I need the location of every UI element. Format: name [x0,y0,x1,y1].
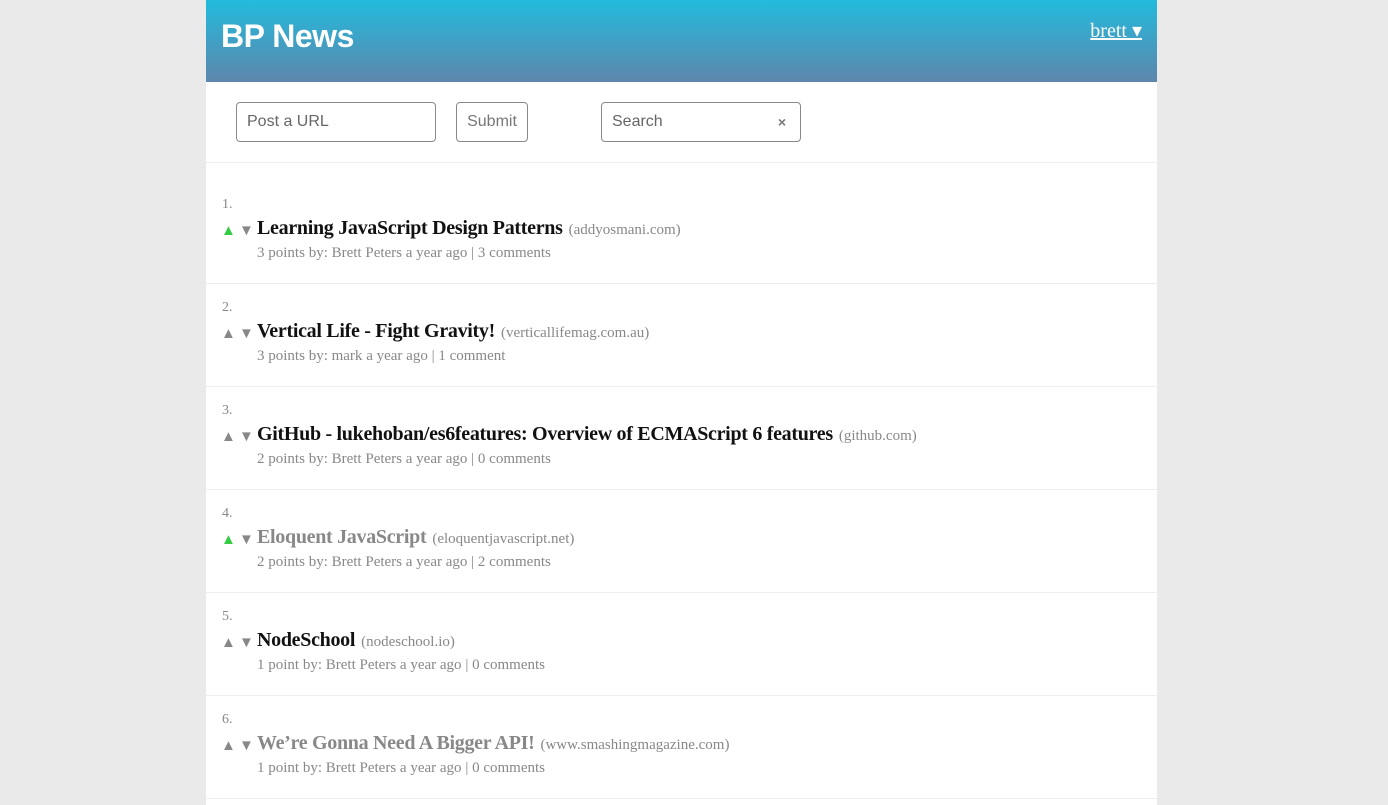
item-meta: 1 point by: Brett Peters a year ago | 0 … [257,657,545,673]
item-rank: 6. [222,712,233,727]
site-header: BP News brett ▾ [206,0,1157,82]
page-container: BP News brett ▾ Submit × 1.▲▼Learning Ja… [206,0,1157,805]
item-author-link[interactable]: by: Brett Peters [303,760,396,776]
item-time: a year ago [405,451,468,467]
item-comments-link[interactable]: 3 comments [478,245,551,261]
item-comments-link[interactable]: 0 comments [472,760,545,776]
item-points: 1 point [257,657,300,673]
upvote-icon[interactable]: ▲ [221,223,236,239]
item-title-line: GitHub - lukehoban/es6features: Overview… [257,423,917,446]
list-item: 2. ▲ ▼ Vertical Life - Fight Gravity! (vert… [206,284,1157,387]
item-title-link[interactable]: We’re Gonna Need A Bigger API! [257,732,535,754]
item-title-link[interactable]: NodeSchool [257,629,355,651]
list-item: 5. ▲ ▼ NodeSchool (nodeschool.io) 1 point by… [206,593,1157,696]
site-logo[interactable]: BP News [221,18,354,55]
item-time: a year ago [366,348,428,364]
search-input[interactable] [602,103,782,141]
list-item: 1. ▲ ▼ Learning JavaScript Design Patterns … [206,181,1157,284]
item-points: 3 points [257,348,305,364]
item-author-link[interactable]: by: Brett Peters [309,451,402,467]
news-list: 1. ▲ ▼ Learning JavaScript Design Patterns … [206,163,1157,799]
downvote-icon[interactable]: ▼ [239,429,254,445]
downvote-icon[interactable]: ▼ [239,532,254,548]
item-rank: 3. [222,403,233,418]
item-author-link[interactable]: by: mark [309,348,363,364]
item-points: 2 points [257,451,305,467]
item-title-link[interactable]: Eloquent JavaScript [257,526,427,548]
upvote-icon[interactable]: ▲ [221,429,236,445]
search-box: × [601,102,801,142]
item-time: a year ago [405,554,468,570]
item-meta: 3 points by: mark a year ago | 1 comment [257,348,506,364]
item-domain: (addyosmani.com) [568,222,681,238]
item-comments-link[interactable]: 2 comments [478,554,551,570]
upvote-icon[interactable]: ▲ [221,326,236,342]
list-item: 4. ▲ ▼ Eloquent JavaScript (eloquentjavascr… [206,490,1157,593]
list-item: 6. ▲ ▼ We’re Gonna Need A Bigger API! (www.… [206,696,1157,799]
item-author-link[interactable]: by: Brett Peters [303,657,396,673]
downvote-icon[interactable]: ▼ [239,635,254,651]
clear-search-icon[interactable]: × [778,103,786,141]
item-title-line: NodeSchool (nodeschool.io) [257,629,455,652]
item-rank: 5. [222,609,233,624]
toolbar: Submit × [206,82,1157,163]
item-author-link[interactable]: by: Brett Peters [309,245,402,261]
post-url-input[interactable] [236,102,436,142]
item-title-line: We’re Gonna Need A Bigger API! (www.smas… [257,732,729,755]
item-meta: 3 points by: Brett Peters a year ago | 3… [257,245,551,261]
downvote-icon[interactable]: ▼ [239,223,254,239]
item-title-link[interactable]: GitHub - lukehoban/es6features: Overview… [257,423,833,445]
user-menu-link[interactable]: brett ▾ [1090,18,1142,43]
item-title-line: Vertical Life - Fight Gravity! (vertical… [257,320,649,343]
item-rank: 1. [222,197,233,212]
item-author-link[interactable]: by: Brett Peters [309,554,402,570]
item-domain: (verticallifemag.com.au) [500,325,650,341]
downvote-icon[interactable]: ▼ [239,738,254,754]
upvote-icon[interactable]: ▲ [221,532,236,548]
item-points: 3 points [257,245,305,261]
item-domain: (eloquentjavascript.net) [432,531,575,547]
item-time: a year ago [399,657,462,673]
item-meta: 2 points by: Brett Peters a year ago | 2… [257,554,551,570]
item-rank: 4. [222,506,233,521]
downvote-icon[interactable]: ▼ [239,326,254,342]
item-points: 2 points [257,554,305,570]
item-title-link[interactable]: Vertical Life - Fight Gravity! [257,320,495,342]
item-title-line: Learning JavaScript Design Patterns (add… [257,217,681,240]
item-meta: 1 point by: Brett Peters a year ago | 0 … [257,760,545,776]
submit-button[interactable]: Submit [456,102,528,142]
item-time: a year ago [399,760,462,776]
item-title-link[interactable]: Learning JavaScript Design Patterns [257,217,563,239]
list-item: 3. ▲ ▼ GitHub - lukehoban/es6features: Over… [206,387,1157,490]
item-rank: 2. [222,300,233,315]
item-title-line: Eloquent JavaScript (eloquentjavascript.… [257,526,574,549]
item-domain: (www.smashingmagazine.com) [540,737,730,753]
upvote-icon[interactable]: ▲ [221,738,236,754]
item-comments-link[interactable]: 0 comments [472,657,545,673]
upvote-icon[interactable]: ▲ [221,635,236,651]
item-points: 1 point [257,760,300,776]
item-domain: (nodeschool.io) [361,634,455,650]
item-time: a year ago [405,245,468,261]
item-meta: 2 points by: Brett Peters a year ago | 0… [257,451,551,467]
item-comments-link[interactable]: 1 comment [438,348,505,364]
item-domain: (github.com) [838,428,917,444]
item-comments-link[interactable]: 0 comments [478,451,551,467]
